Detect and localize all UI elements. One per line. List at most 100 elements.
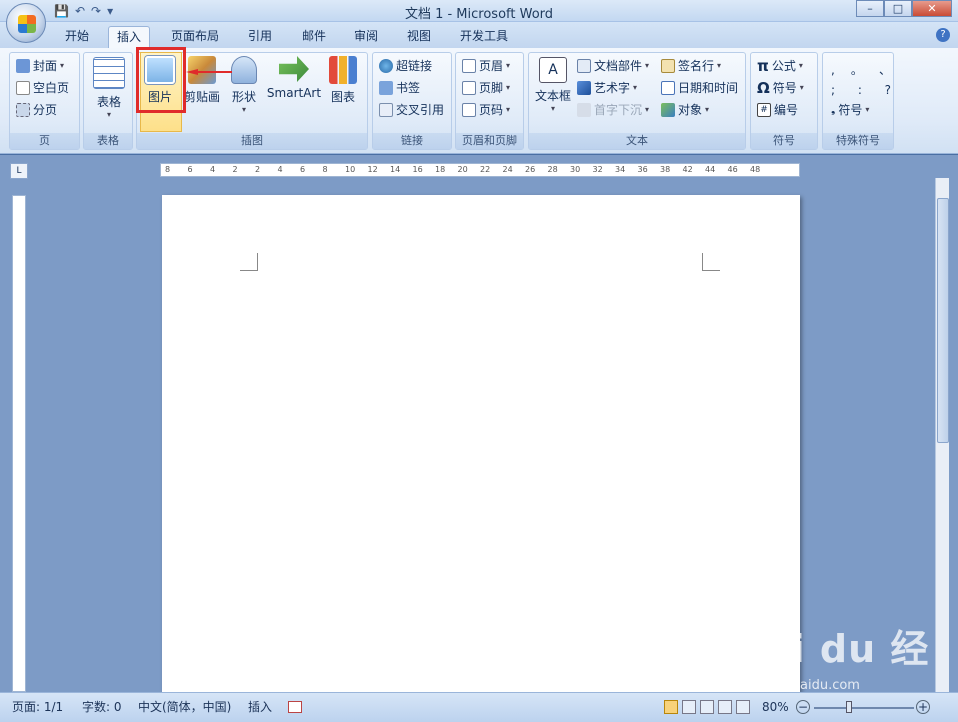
numbering-button[interactable]: # 编号	[757, 101, 798, 119]
table-button[interactable]: 表格 ▾	[90, 57, 128, 131]
print-layout-icon[interactable]	[664, 700, 678, 714]
drop-cap-icon	[577, 103, 591, 117]
special-symbol-button[interactable]: ❟ 符号 ▾	[831, 101, 869, 119]
group-label: 页眉和页脚	[456, 133, 523, 149]
macro-icon[interactable]	[288, 701, 302, 713]
group-pages: 封面 ▾ 空白页 分页 页	[9, 52, 80, 150]
page-break-button[interactable]: 分页	[16, 101, 57, 119]
smartart-button[interactable]: SmartArt	[266, 56, 322, 130]
reading-layout-icon[interactable]	[682, 700, 696, 714]
tab-references[interactable]: 引用	[240, 26, 280, 48]
outline-icon[interactable]	[718, 700, 732, 714]
office-button[interactable]	[6, 3, 46, 43]
highlight-box	[136, 47, 186, 113]
zoom-level[interactable]: 80%	[762, 697, 789, 717]
page-number-button[interactable]: 页码 ▾	[462, 101, 510, 119]
ruler-tick: 12	[367, 165, 378, 174]
blank-page-button[interactable]: 空白页	[16, 79, 69, 97]
ruler-tick: 38	[660, 165, 671, 174]
zoom-in-icon[interactable]: +	[916, 700, 930, 714]
clipart-button[interactable]: 剪贴画	[184, 56, 220, 130]
tab-page-layout[interactable]: 页面布局	[163, 26, 227, 48]
insert-mode[interactable]: 插入	[248, 697, 272, 717]
zoom-out-icon[interactable]: −	[796, 700, 810, 714]
ruler-tick: 42	[682, 165, 693, 174]
shapes-button[interactable]: 形状 ▾	[228, 56, 260, 130]
signature-line-button[interactable]: 签名行 ▾	[661, 57, 721, 75]
ruler-tick: 10	[345, 165, 356, 174]
enum-comma-symbol[interactable]: 、	[879, 61, 891, 79]
cross-reference-button[interactable]: 交叉引用	[379, 101, 444, 119]
bookmark-button[interactable]: 书签	[379, 79, 420, 97]
margin-mark	[240, 253, 258, 271]
maximize-button[interactable]: □	[884, 0, 912, 17]
special-symbols-row: ; : ?	[831, 81, 891, 99]
ribbon-tabs: 开始 插入 页面布局 引用 邮件 审阅 视图 开发工具 ?	[0, 22, 958, 48]
document-page[interactable]	[162, 195, 800, 692]
cross-reference-icon	[379, 103, 393, 117]
language-indicator[interactable]: 中文(简体，中国)	[138, 697, 231, 717]
help-icon[interactable]: ?	[936, 28, 950, 42]
equation-button[interactable]: π 公式 ▾	[757, 57, 803, 75]
blank-page-icon	[16, 81, 30, 95]
customize-icon[interactable]: ▾	[107, 4, 113, 18]
zoom-slider[interactable]	[814, 707, 914, 709]
minimize-button[interactable]: –	[856, 0, 884, 17]
drop-cap-button[interactable]: 首字下沉 ▾	[577, 101, 649, 119]
page-count[interactable]: 页面: 1/1	[12, 697, 63, 717]
window-title: 文档 1 - Microsoft Word	[404, 7, 554, 22]
footer-button[interactable]: 页脚 ▾	[462, 79, 510, 97]
question-symbol[interactable]: ?	[885, 81, 891, 99]
close-button[interactable]: ✕	[912, 0, 952, 17]
textbox-button[interactable]: A 文本框 ▾	[533, 57, 573, 131]
word-count[interactable]: 字数: 0	[82, 697, 122, 717]
tab-mailings[interactable]: 邮件	[294, 26, 334, 48]
save-icon[interactable]: 💾	[54, 4, 69, 18]
hyperlink-button[interactable]: 超链接	[379, 57, 432, 75]
zoom-slider-handle[interactable]	[846, 701, 852, 713]
comma-symbol[interactable]: ,	[831, 61, 835, 79]
tab-review[interactable]: 审阅	[346, 26, 386, 48]
office-logo-icon	[18, 15, 36, 33]
quick-parts-button[interactable]: 文档部件 ▾	[577, 57, 649, 75]
horizontal-ruler[interactable]: 8 6 4 2 2 4 6 8 10 12 14 16 18 20 22 24 26 28 30 32 34 36 38 42…	[160, 163, 800, 177]
cover-page-button[interactable]: 封面 ▾	[16, 57, 64, 75]
header-button[interactable]: 页眉 ▾	[462, 57, 510, 75]
web-layout-icon[interactable]	[700, 700, 714, 714]
colon-symbol[interactable]: :	[858, 81, 862, 99]
wordart-button[interactable]: 艺术字 ▾	[577, 79, 637, 97]
object-icon	[661, 103, 675, 117]
date-time-button[interactable]: 日期和时间	[661, 79, 738, 97]
vertical-scrollbar[interactable]	[935, 178, 949, 692]
group-label: 页	[10, 133, 79, 149]
tab-developer[interactable]: 开发工具	[452, 26, 516, 48]
chart-icon	[329, 56, 357, 84]
redo-icon[interactable]: ↷	[91, 4, 101, 18]
tab-insert[interactable]: 插入	[108, 26, 151, 48]
ruler-tick: 4	[277, 165, 283, 174]
group-label: 表格	[84, 133, 132, 149]
period-symbol[interactable]: 。	[851, 61, 863, 79]
chart-button[interactable]: 图表	[326, 56, 360, 130]
object-button[interactable]: 对象 ▾	[661, 101, 709, 119]
ruler-tick: 30	[570, 165, 581, 174]
semicolon-symbol[interactable]: ;	[831, 81, 835, 99]
group-label: 特殊符号	[823, 133, 893, 149]
quick-access-toolbar: 💾 ↶ ↷ ▾	[54, 2, 113, 20]
chevron-down-icon: ▾	[241, 105, 246, 114]
bullet-icon: ❟	[831, 103, 836, 116]
tab-home[interactable]: 开始	[57, 26, 97, 48]
group-label: 文本	[529, 133, 745, 149]
symbol-button[interactable]: Ω 符号 ▾	[757, 79, 804, 97]
ruler-tick: 34	[615, 165, 626, 174]
draft-icon[interactable]	[736, 700, 750, 714]
tab-view[interactable]: 视图	[399, 26, 439, 48]
vertical-ruler[interactable]	[12, 195, 26, 692]
undo-icon[interactable]: ↶	[75, 4, 85, 18]
view-buttons	[664, 697, 750, 717]
title-bar: 文档 1 - Microsoft Word	[0, 0, 958, 22]
tab-selector[interactable]: L	[10, 163, 28, 179]
ruler-tick: 18	[435, 165, 446, 174]
group-header-footer: 页眉 ▾ 页脚 ▾ 页码 ▾ 页眉和页脚	[455, 52, 524, 150]
scrollbar-thumb[interactable]	[937, 198, 949, 443]
